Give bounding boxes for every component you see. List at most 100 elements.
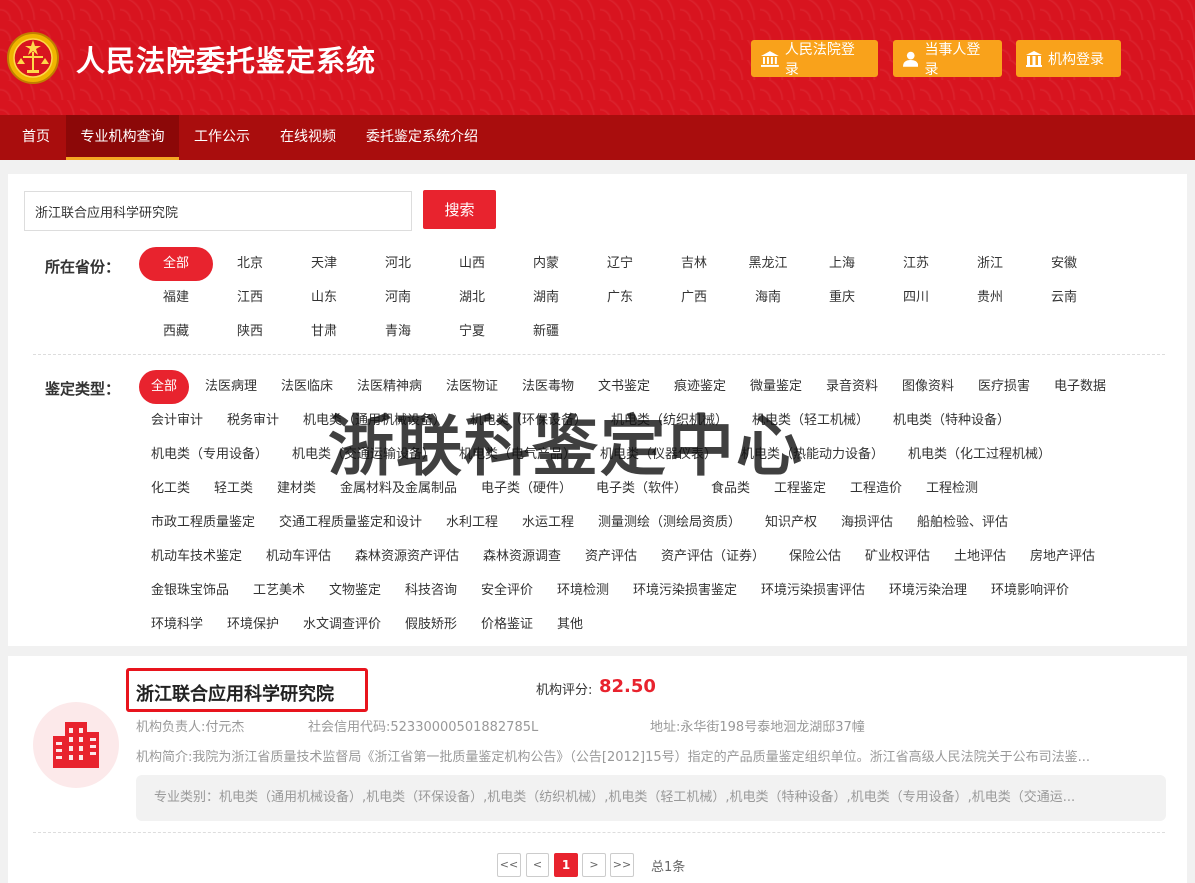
type-option[interactable]: 微量鉴定 [750, 377, 802, 397]
type-option[interactable]: 安全评价 [481, 581, 533, 601]
nav-item-home[interactable]: 首页 [10, 115, 62, 160]
party-login-button[interactable]: 当事人登录 [893, 40, 1002, 78]
nav-item-institution-search[interactable]: 专业机构查询 [66, 115, 179, 160]
type-option[interactable]: 水运工程 [522, 513, 574, 533]
court-login-button[interactable]: 人民法院登录 [751, 40, 878, 78]
type-option[interactable]: 医疗损害 [978, 377, 1030, 397]
type-option[interactable]: 轻工类 [214, 479, 253, 499]
province-option[interactable]: 青海 [361, 322, 435, 342]
type-option[interactable]: 假肢矫形 [405, 615, 457, 635]
type-option[interactable]: 水文调查评价 [303, 615, 381, 635]
province-option[interactable]: 安徽 [1027, 254, 1101, 274]
type-option[interactable]: 机电类（轻工机械） [752, 411, 869, 431]
type-option[interactable]: 法医病理 [205, 377, 257, 397]
search-input[interactable] [24, 191, 412, 231]
type-option[interactable]: 土地评估 [954, 547, 1006, 567]
prev-page-button[interactable]: < [526, 853, 549, 877]
type-option[interactable]: 机电类（特种设备） [893, 411, 1010, 431]
type-option[interactable]: 其他 [557, 615, 583, 635]
type-option[interactable]: 水利工程 [446, 513, 498, 533]
type-option[interactable]: 船舶检验、评估 [917, 513, 1008, 533]
province-option[interactable]: 江苏 [879, 254, 953, 274]
type-option[interactable]: 交通工程质量鉴定和设计 [279, 513, 422, 533]
institution-name-link[interactable]: 浙江联合应用科学研究院 [136, 680, 334, 706]
type-option[interactable]: 市政工程质量鉴定 [151, 513, 255, 533]
search-button[interactable]: 搜索 [423, 190, 496, 229]
type-option[interactable]: 环境检测 [557, 581, 609, 601]
type-option[interactable]: 建材类 [277, 479, 316, 499]
province-option[interactable]: 陕西 [213, 322, 287, 342]
type-option[interactable]: 电子数据 [1054, 377, 1106, 397]
province-option[interactable]: 河南 [361, 288, 435, 308]
type-option[interactable]: 机电类（专用设备） [151, 445, 268, 465]
type-option[interactable]: 机电类（电气产品） [459, 445, 576, 465]
type-option[interactable]: 房地产评估 [1030, 547, 1095, 567]
province-option[interactable]: 全部 [139, 247, 213, 281]
type-option[interactable]: 工程检测 [926, 479, 978, 499]
type-option[interactable]: 电子类（硬件） [481, 479, 572, 499]
province-option[interactable]: 吉林 [657, 254, 731, 274]
type-option[interactable]: 价格鉴证 [481, 615, 533, 635]
type-option[interactable]: 录音资料 [826, 377, 878, 397]
province-option[interactable]: 山东 [287, 288, 361, 308]
type-option[interactable]: 法医精神病 [357, 377, 422, 397]
type-option[interactable]: 食品类 [711, 479, 750, 499]
type-option[interactable]: 矿业权评估 [865, 547, 930, 567]
type-option[interactable]: 资产评估 [585, 547, 637, 567]
province-option[interactable]: 四川 [879, 288, 953, 308]
type-option[interactable]: 金属材料及金属制品 [340, 479, 457, 499]
province-option[interactable]: 湖南 [509, 288, 583, 308]
province-option[interactable]: 上海 [805, 254, 879, 274]
type-option[interactable]: 税务审计 [227, 411, 279, 431]
type-option[interactable]: 文物鉴定 [329, 581, 381, 601]
type-option[interactable]: 机电类（交通运输设备） [292, 445, 435, 465]
type-option[interactable]: 资产评估（证券） [661, 547, 765, 567]
province-option[interactable]: 浙江 [953, 254, 1027, 274]
province-option[interactable]: 新疆 [509, 322, 583, 342]
type-option[interactable]: 机电类（环保设备） [470, 411, 587, 431]
page-1-button[interactable]: 1 [554, 853, 578, 877]
type-option[interactable]: 森林资源调查 [483, 547, 561, 567]
last-page-button[interactable]: >> [610, 853, 634, 877]
type-option[interactable]: 法医毒物 [522, 377, 574, 397]
first-page-button[interactable]: << [497, 853, 521, 877]
province-option[interactable]: 广西 [657, 288, 731, 308]
type-option[interactable]: 森林资源资产评估 [355, 547, 459, 567]
province-option[interactable]: 天津 [287, 254, 361, 274]
province-option[interactable]: 河北 [361, 254, 435, 274]
type-option[interactable]: 环境保护 [227, 615, 279, 635]
nav-item-announcements[interactable]: 工作公示 [184, 115, 260, 160]
type-option[interactable]: 法医临床 [281, 377, 333, 397]
type-option[interactable]: 环境污染治理 [889, 581, 967, 601]
type-option[interactable]: 环境污染损害鉴定 [633, 581, 737, 601]
type-option[interactable]: 文书鉴定 [598, 377, 650, 397]
province-option[interactable]: 江西 [213, 288, 287, 308]
institution-login-button[interactable]: 机构登录 [1016, 40, 1121, 77]
province-option[interactable]: 宁夏 [435, 322, 509, 342]
province-option[interactable]: 贵州 [953, 288, 1027, 308]
nav-item-system-intro[interactable]: 委托鉴定系统介绍 [356, 115, 488, 160]
next-page-button[interactable]: > [582, 853, 606, 877]
type-option[interactable]: 工程鉴定 [774, 479, 826, 499]
province-option[interactable]: 甘肃 [287, 322, 361, 342]
type-option[interactable]: 测量测绘（测绘局资质） [598, 513, 741, 533]
type-option[interactable]: 环境污染损害评估 [761, 581, 865, 601]
type-option[interactable]: 保险公估 [789, 547, 841, 567]
type-option[interactable]: 机动车技术鉴定 [151, 547, 242, 567]
province-option[interactable]: 福建 [139, 288, 213, 308]
province-option[interactable]: 湖北 [435, 288, 509, 308]
nav-item-video[interactable]: 在线视频 [270, 115, 346, 160]
type-option[interactable]: 环境科学 [151, 615, 203, 635]
type-option[interactable]: 金银珠宝饰品 [151, 581, 229, 601]
province-option[interactable]: 云南 [1027, 288, 1101, 308]
type-option[interactable]: 工艺美术 [253, 581, 305, 601]
type-option[interactable]: 机电类（化工过程机械） [908, 445, 1051, 465]
province-option[interactable]: 山西 [435, 254, 509, 274]
type-option[interactable]: 电子类（软件） [596, 479, 687, 499]
type-option[interactable]: 海损评估 [841, 513, 893, 533]
type-option[interactable]: 环境影响评价 [991, 581, 1069, 601]
type-option[interactable]: 工程造价 [850, 479, 902, 499]
province-option[interactable]: 内蒙 [509, 254, 583, 274]
type-option[interactable]: 会计审计 [151, 411, 203, 431]
province-option[interactable]: 辽宁 [583, 254, 657, 274]
